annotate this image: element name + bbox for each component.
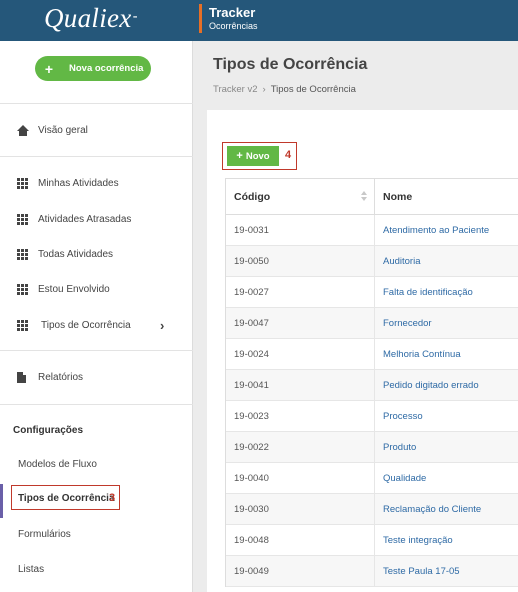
active-item-marker (0, 484, 3, 518)
grid-icon (17, 319, 31, 331)
sidebar-item-label: Minhas Atividades (38, 177, 119, 189)
novo-button-label: Novo (245, 150, 270, 162)
cell-codigo: 19-0031 (226, 215, 375, 245)
cell-codigo: 19-0022 (226, 432, 375, 462)
sidebar-item-label: Relatórios (38, 371, 84, 383)
cell-nome-link[interactable]: Melhoria Contínua (375, 339, 518, 369)
sidebar-item-visao-geral[interactable]: Visão geral (0, 113, 193, 147)
sidebar-divider (0, 404, 193, 405)
cell-codigo: 19-0049 (226, 556, 375, 586)
new-occurrence-label: Nova ocorrência (69, 63, 144, 74)
column-header-label: Código (234, 190, 271, 203)
sidebar-item-todas-atividades[interactable]: Todas Atividades (0, 237, 193, 271)
cell-nome-link[interactable]: Produto (375, 432, 518, 462)
top-bar: Qualiex- Tracker Ocorrências (0, 0, 518, 41)
sidebar-item-estou-envolvido[interactable]: Estou Envolvido (0, 272, 193, 306)
sidebar: + Nova ocorrência Visão geral Minhas Ati… (0, 41, 193, 592)
table-row[interactable]: 19-0040 Qualidade (226, 463, 518, 494)
sidebar-item-label: Todas Atividades (38, 248, 114, 260)
table-row[interactable]: 19-0048 Teste integração (226, 525, 518, 556)
table-body: 19-0031 Atendimento ao Paciente 19-0050 Aud… (226, 215, 518, 587)
cell-nome-link[interactable]: Qualidade (375, 463, 518, 493)
document-icon (17, 371, 31, 383)
breadcrumb-current: Tipos de Ocorrência (270, 84, 356, 95)
table-row[interactable]: 19-0047 Fornecedor (226, 308, 518, 339)
breadcrumb-link[interactable]: Tracker v2 (213, 84, 258, 95)
column-header-nome[interactable]: Nome (375, 179, 518, 214)
breadcrumb: Tracker v2 › Tipos de Ocorrência (213, 84, 356, 95)
config-item-tipos-de-ocorrencia[interactable]: Tipos de Ocorrência (18, 493, 115, 504)
cell-codigo: 19-0048 (226, 525, 375, 555)
sidebar-divider (0, 156, 193, 157)
column-header-label: Nome (383, 190, 413, 203)
sidebar-divider (0, 350, 193, 351)
table-row[interactable]: 19-0027 Falta de identificação (226, 277, 518, 308)
cell-nome-link[interactable]: Reclamação do Cliente (375, 494, 518, 524)
sidebar-divider (0, 103, 193, 104)
logo-caret-icon[interactable]: - (133, 9, 138, 25)
plus-icon: + (236, 150, 243, 162)
sidebar-item-minhas-atividades[interactable]: Minhas Atividades (0, 166, 193, 200)
app-title: Tracker (209, 5, 256, 20)
cell-codigo: 19-0023 (226, 401, 375, 431)
new-occurrence-button[interactable]: + Nova ocorrência (35, 56, 151, 81)
plus-icon: + (44, 60, 54, 77)
table-row[interactable]: 19-0023 Processo (226, 401, 518, 432)
config-section-heading: Configurações (13, 425, 84, 436)
table-row[interactable]: 19-0024 Melhoria Contínua (226, 339, 518, 370)
sort-icon[interactable] (361, 191, 368, 203)
grid-icon (17, 283, 31, 295)
cell-nome-link[interactable]: Atendimento ao Paciente (375, 215, 518, 245)
sidebar-item-label: Estou Envolvido (38, 283, 110, 295)
sidebar-item-label: Atividades Atrasadas (38, 213, 132, 225)
cell-nome-link[interactable]: Teste Paula 17-05 (375, 556, 518, 586)
cell-nome-link[interactable]: Auditoria (375, 246, 518, 276)
cell-codigo: 19-0040 (226, 463, 375, 493)
table-header: Código Nome (226, 179, 518, 215)
cell-codigo: 19-0041 (226, 370, 375, 400)
annotation-number: 4 (285, 149, 292, 161)
cell-nome-link[interactable]: Fornecedor (375, 308, 518, 338)
chevron-right-icon[interactable]: › (160, 318, 164, 333)
table-row[interactable]: 19-0031 Atendimento ao Paciente (226, 215, 518, 246)
cell-nome-link[interactable]: Pedido digitado errado (375, 370, 518, 400)
logo-text: Qualiex (44, 3, 132, 33)
cell-codigo: 19-0024 (226, 339, 375, 369)
cell-nome-link[interactable]: Teste integração (375, 525, 518, 555)
config-item-formularios[interactable]: Formulários (18, 529, 71, 540)
cell-codigo: 19-0030 (226, 494, 375, 524)
home-icon (17, 124, 31, 136)
config-item-modelos-de-fluxo[interactable]: Modelos de Fluxo (18, 459, 97, 470)
grid-icon (17, 177, 31, 189)
occurrence-types-table: Código Nome 19-0031 Atendimento ao Pacien… (225, 178, 518, 587)
table-row[interactable]: 19-0030 Reclamação do Cliente (226, 494, 518, 525)
sidebar-item-relatorios[interactable]: Relatórios (0, 360, 193, 394)
sidebar-item-label: Tipos de Ocorrência (41, 319, 131, 331)
grid-icon (17, 213, 31, 225)
novo-button[interactable]: + Novo (227, 146, 279, 166)
sidebar-item-atividades-atrasadas[interactable]: Atividades Atrasadas (0, 202, 193, 236)
cell-nome-link[interactable]: Processo (375, 401, 518, 431)
sidebar-item-label: Visão geral (38, 124, 88, 136)
breadcrumb-separator-icon: › (262, 84, 266, 95)
app-subtitle: Ocorrências (209, 21, 258, 31)
config-item-listas[interactable]: Listas (18, 564, 44, 575)
cell-nome-link[interactable]: Falta de identificação (375, 277, 518, 307)
annotation-number: 3 (109, 492, 116, 504)
cell-codigo: 19-0047 (226, 308, 375, 338)
cell-codigo: 19-0050 (226, 246, 375, 276)
qualiex-logo[interactable]: Qualiex- (44, 3, 138, 34)
page-title: Tipos de Ocorrência (213, 56, 368, 73)
column-header-codigo[interactable]: Código (226, 179, 375, 214)
table-row[interactable]: 19-0049 Teste Paula 17-05 (226, 556, 518, 587)
header-accent-divider (199, 4, 202, 33)
table-row[interactable]: 19-0041 Pedido digitado errado (226, 370, 518, 401)
sidebar-item-tipos-de-ocorrencia[interactable]: Tipos de Ocorrência › (0, 308, 193, 342)
grid-icon (17, 248, 31, 260)
table-row[interactable]: 19-0050 Auditoria (226, 246, 518, 277)
table-row[interactable]: 19-0022 Produto (226, 432, 518, 463)
cell-codigo: 19-0027 (226, 277, 375, 307)
